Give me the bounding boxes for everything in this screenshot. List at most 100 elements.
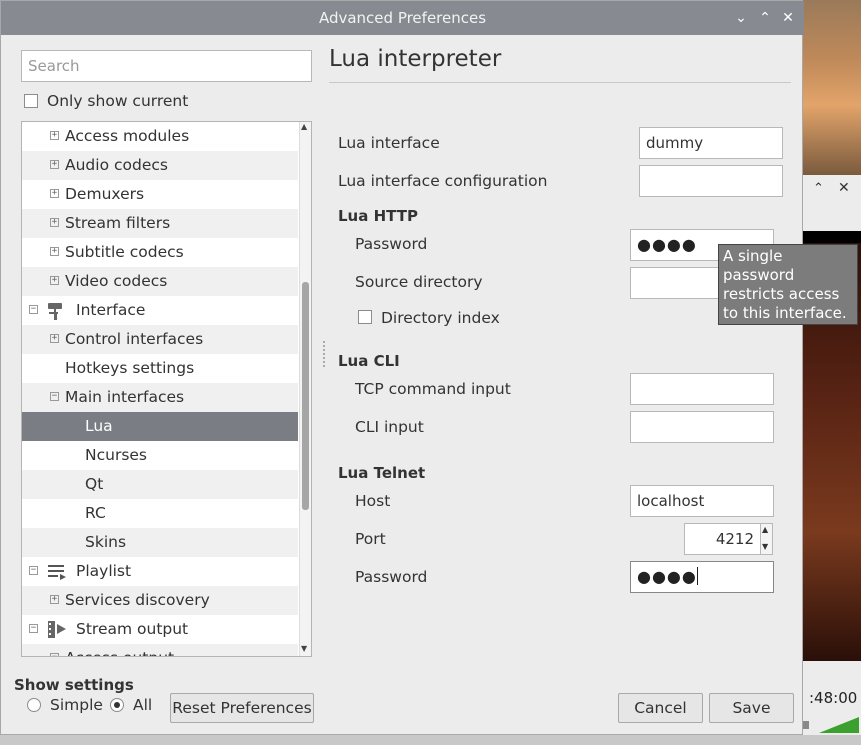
tree-item-video-codecs[interactable]: + Video codecs (22, 267, 298, 296)
simple-radio-label: Simple (50, 696, 103, 714)
password-tooltip: A single password restricts access to th… (718, 244, 858, 325)
tree-item-label: Main interfaces (65, 388, 185, 406)
minimize-icon[interactable]: ⌄ (731, 8, 751, 28)
tree-item-access-output[interactable]: − Access output (22, 644, 298, 656)
stepper-down-icon[interactable]: ▼ (762, 542, 768, 551)
lua-interface-config-input[interactable] (639, 165, 783, 197)
lua-interface-label: Lua interface (338, 134, 440, 152)
heading-divider (329, 82, 791, 83)
scrollbar-thumb[interactable] (302, 282, 309, 510)
tree-item-qt[interactable]: Qt (22, 470, 298, 499)
tree-item-label: Audio codecs (65, 156, 168, 174)
scroll-up-icon[interactable]: ▲ (301, 122, 307, 131)
tree-item-stream-filters[interactable]: + Stream filters (22, 209, 298, 238)
tree-item-label: Subtitle codecs (65, 243, 184, 261)
tree-scrollbar[interactable]: ▲ ▼ (299, 122, 311, 656)
stream-output-icon (48, 621, 66, 638)
expand-icon[interactable]: + (50, 131, 59, 140)
maximize-icon[interactable]: ⌃ (755, 8, 775, 28)
simple-radio[interactable] (27, 698, 41, 712)
lua-interface-config-label: Lua interface configuration (338, 172, 548, 190)
tree-item-label: Video codecs (65, 272, 168, 290)
collapse-icon[interactable]: − (50, 392, 59, 401)
tree-item-audio-codecs[interactable]: + Audio codecs (22, 151, 298, 180)
expand-icon[interactable]: + (50, 218, 59, 227)
tree-item-label: Qt (85, 475, 104, 493)
tree-item-label: Stream filters (65, 214, 171, 232)
search-placeholder: Search (28, 57, 80, 75)
collapse-icon[interactable]: − (29, 624, 38, 633)
close-icon[interactable]: ✕ (778, 8, 798, 28)
telnet-password-value: ●●●● (637, 567, 697, 586)
save-button[interactable]: Save (709, 693, 794, 723)
only-show-current-checkbox[interactable] (24, 94, 38, 108)
tree-item-demuxers[interactable]: + Demuxers (22, 180, 298, 209)
video-top-bar (801, 231, 861, 243)
tree-item-interface[interactable]: − Interface (22, 296, 298, 325)
telnet-port-spinbox[interactable]: 4212 (684, 523, 761, 555)
scroll-down-icon[interactable]: ▼ (301, 644, 307, 653)
expand-icon[interactable]: + (50, 189, 59, 198)
tree-item-hotkeys-settings[interactable]: Hotkeys settings (22, 354, 298, 383)
telnet-host-value: localhost (637, 492, 705, 510)
lua-cli-heading: Lua CLI (338, 352, 400, 370)
port-stepper[interactable]: ▲ ▼ (761, 523, 773, 555)
all-radio[interactable] (110, 698, 124, 712)
expand-icon[interactable]: + (50, 276, 59, 285)
stepper-up-icon[interactable]: ▲ (762, 525, 768, 534)
time-display: :48:00 (809, 689, 858, 707)
tree-item-ncurses[interactable]: Ncurses (22, 441, 298, 470)
telnet-host-input[interactable]: localhost (630, 485, 774, 517)
only-show-current-label: Only show current (47, 92, 189, 110)
tree-item-label: Lua (85, 417, 113, 435)
playlist-icon (48, 565, 66, 580)
tree-item-label: Demuxers (65, 185, 145, 203)
tcp-command-input[interactable] (630, 373, 774, 405)
tree-item-label: Hotkeys settings (65, 359, 195, 377)
desktop-background (800, 0, 861, 175)
tree-item-label: Skins (85, 533, 127, 551)
tree-item-stream-output[interactable]: − Stream output (22, 615, 298, 644)
tree-item-access-modules[interactable]: + Access modules (22, 122, 298, 151)
splitter-handle[interactable] (323, 341, 327, 367)
maximize-icon[interactable]: ⌃ (813, 181, 824, 196)
cli-input-label: CLI input (355, 418, 424, 436)
directory-index-checkbox[interactable] (358, 310, 372, 324)
reset-preferences-button[interactable]: Reset Preferences (170, 693, 314, 723)
telnet-port-value: 4212 (715, 530, 754, 548)
tree-item-playlist[interactable]: − Playlist (22, 557, 298, 586)
collapse-icon[interactable]: − (50, 653, 59, 656)
telnet-port-label: Port (355, 530, 386, 548)
close-icon[interactable]: ✕ (838, 180, 850, 196)
text-cursor (696, 567, 698, 585)
collapse-icon[interactable]: − (29, 305, 38, 314)
expand-icon[interactable]: + (50, 595, 59, 604)
lua-telnet-heading: Lua Telnet (338, 464, 426, 482)
telnet-password-label: Password (355, 568, 428, 586)
directory-index-label: Directory index (381, 309, 500, 327)
search-input[interactable]: Search (21, 50, 312, 82)
expand-icon[interactable]: + (50, 160, 59, 169)
cli-input[interactable] (630, 411, 774, 443)
telnet-password-input[interactable]: ●●●● (630, 561, 774, 593)
volume-slider[interactable] (801, 715, 861, 735)
tree-item-label: Services discovery (65, 591, 210, 609)
lua-interface-input[interactable]: dummy (639, 127, 783, 159)
tree-item-label: Access modules (65, 127, 190, 145)
collapse-icon[interactable]: − (29, 566, 38, 575)
http-password-value: ●●●● (637, 235, 697, 254)
tree-item-label: Ncurses (85, 446, 147, 464)
preferences-tree[interactable]: + Access modules + Audio codecs + Demuxe… (21, 121, 312, 657)
cancel-button[interactable]: Cancel (618, 693, 703, 723)
tree-item-services-discovery[interactable]: + Services discovery (22, 586, 298, 615)
tree-item-skins[interactable]: Skins (22, 528, 298, 557)
tree-item-main-interfaces[interactable]: − Main interfaces (22, 383, 298, 412)
lua-interface-value: dummy (646, 134, 704, 152)
expand-icon[interactable]: + (50, 334, 59, 343)
tree-item-control-interfaces[interactable]: + Control interfaces (22, 325, 298, 354)
source-directory-label: Source directory (355, 273, 483, 291)
tree-item-subtitle-codecs[interactable]: + Subtitle codecs (22, 238, 298, 267)
tree-item-lua[interactable]: Lua (22, 412, 298, 441)
expand-icon[interactable]: + (50, 247, 59, 256)
tree-item-rc[interactable]: RC (22, 499, 298, 528)
